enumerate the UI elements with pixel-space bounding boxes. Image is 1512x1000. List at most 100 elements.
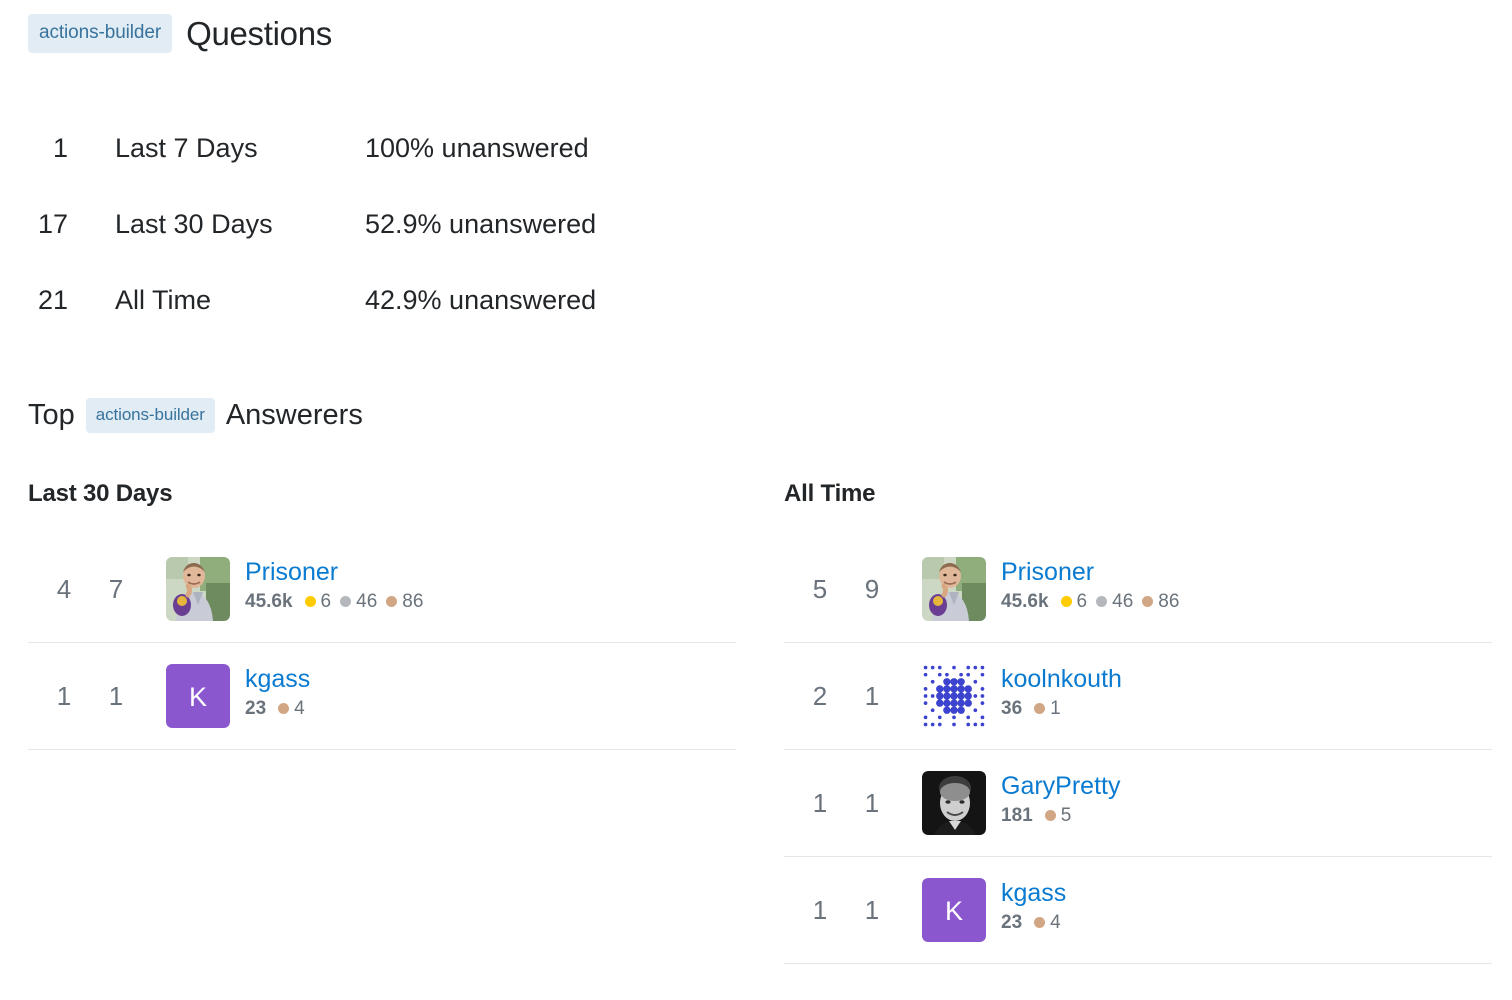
badge-silver[interactable]: 46 — [1096, 591, 1133, 613]
username-link[interactable]: kgass — [1001, 879, 1066, 908]
reputation-value: 23 — [245, 697, 267, 719]
answerer-row[interactable]: 5 9 Prisoner 45.6k 6 46 86 — [784, 536, 1492, 643]
avatar-letter-glyph: K — [166, 664, 230, 728]
bronze-badge-icon — [1044, 810, 1056, 821]
bronze-badge-icon — [1142, 596, 1154, 607]
answerer-answer-count: 9 — [864, 573, 880, 604]
answerer-score: 1 — [56, 680, 72, 711]
username-link[interactable]: Prisoner — [245, 558, 423, 587]
badge-gold[interactable]: 6 — [1060, 591, 1087, 613]
questions-header: actions-builder Questions — [28, 14, 332, 53]
answerer-user-cell: Kkgass 23 4 — [916, 857, 1492, 964]
top-answerers-header: Top actions-builder Answerers — [28, 398, 363, 433]
questions-stats-body: 1 Last 7 Days 100% unanswered 17 Last 30… — [0, 110, 596, 338]
answerer-row[interactable]: 1 1 Kkgass 23 4 — [28, 643, 736, 750]
badge-count: 4 — [294, 697, 305, 719]
answerers-column-last-30-days: Last 30 Days 4 7 Prisoner 45.6k 6 46 86 1 1 Kkgas… — [0, 480, 756, 964]
page-title: Questions — [186, 14, 332, 52]
answerer-answer-count: 1 — [864, 787, 880, 818]
answerer-score: 1 — [812, 787, 828, 818]
badge-count: 46 — [356, 590, 378, 612]
badge-bronze[interactable]: 5 — [1044, 804, 1072, 827]
stats-row: 17 Last 30 Days 52.9% unanswered — [0, 186, 596, 262]
top-answerers-prefix: Top — [28, 399, 75, 431]
avatar-photo-glyph — [922, 771, 986, 835]
user-card: Prisoner 45.6k 6 46 86 — [922, 557, 1492, 621]
username-link[interactable]: kgass — [245, 665, 310, 694]
answerer-user-cell: koolnkouth 36 1 — [916, 643, 1492, 750]
username-link[interactable]: GaryPretty — [1001, 772, 1120, 801]
bronze-badge-icon — [1034, 703, 1046, 714]
answerer-answer-count: 1 — [108, 680, 124, 711]
badge-bronze[interactable]: 4 — [278, 698, 305, 720]
bronze-badge-icon — [278, 703, 290, 714]
user-meta: kgass 23 4 — [245, 664, 310, 720]
avatar-identicon-glyph — [922, 664, 986, 728]
bronze-badge-icon — [1034, 917, 1046, 928]
answerer-list-all-time: 5 9 Prisoner 45.6k 6 46 86 2 1 koolnkouth 36 1 1 1 Gar… — [784, 536, 1492, 964]
avatar[interactable] — [922, 664, 986, 728]
answerer-row[interactable]: 1 1 Kkgass 23 4 — [784, 857, 1492, 964]
stats-unanswered-pct: 100% unanswered — [365, 132, 589, 163]
avatar[interactable] — [922, 557, 986, 621]
answerer-list-body: 5 9 Prisoner 45.6k 6 46 86 2 1 koolnkouth 36 1 1 1 Gar… — [784, 536, 1492, 964]
gold-badge-icon — [304, 596, 316, 607]
avatar[interactable]: K — [166, 664, 230, 728]
answerer-user-cell: Prisoner 45.6k 6 46 86 — [160, 536, 736, 643]
answerers-column-all-time: All Time 5 9 Prisoner 45.6k 6 46 86 2 1 koolnkout… — [756, 480, 1512, 964]
tag-chip-actions-builder[interactable]: actions-builder — [28, 14, 173, 53]
answerer-answer-count: 7 — [108, 573, 124, 604]
avatar[interactable] — [166, 557, 230, 621]
answerer-row[interactable]: 4 7 Prisoner 45.6k 6 46 86 — [28, 536, 736, 643]
badge-bronze[interactable]: 1 — [1034, 698, 1061, 720]
user-meta: Prisoner 45.6k 6 46 86 — [245, 557, 423, 613]
badge-count: 5 — [1060, 804, 1072, 826]
answerers-columns: Last 30 Days 4 7 Prisoner 45.6k 6 46 86 1 1 Kkgas… — [0, 480, 1512, 964]
badge-count: 46 — [1112, 590, 1134, 612]
avatar[interactable]: K — [922, 878, 986, 942]
stats-period-label: Last 7 Days — [115, 132, 258, 163]
answerer-list-body: 4 7 Prisoner 45.6k 6 46 86 1 1 Kkgass 23 4 — [28, 536, 736, 750]
stats-count: 17 — [37, 208, 68, 239]
badge-bronze[interactable]: 4 — [1034, 912, 1061, 934]
answerer-answer-count: 1 — [864, 894, 880, 925]
stats-period-label: All Time — [115, 284, 212, 315]
answerer-score: 2 — [812, 680, 828, 711]
stats-unanswered-pct: 42.9% unanswered — [365, 284, 597, 315]
answerer-score: 1 — [812, 894, 828, 925]
badge-silver[interactable]: 46 — [340, 591, 377, 613]
answerer-user-cell: Kkgass 23 4 — [160, 643, 736, 750]
column-heading: All Time — [784, 480, 876, 507]
user-meta: koolnkouth 36 1 — [1001, 664, 1122, 720]
column-heading: Last 30 Days — [28, 480, 173, 507]
username-link[interactable]: koolnkouth — [1001, 665, 1122, 694]
bronze-badge-icon — [386, 596, 398, 607]
reputation-line: 23 4 — [245, 698, 310, 720]
svg-text:K: K — [945, 896, 963, 926]
badge-count: 86 — [402, 590, 424, 612]
badge-bronze[interactable]: 86 — [386, 591, 423, 613]
user-card: Kkgass 23 4 — [166, 664, 736, 728]
avatar-letter-glyph: K — [922, 878, 986, 942]
badge-gold[interactable]: 6 — [304, 591, 331, 613]
avatar[interactable] — [922, 771, 986, 835]
username-link[interactable]: Prisoner — [1001, 558, 1179, 587]
avatar-photo-glyph — [166, 557, 230, 621]
silver-badge-icon — [340, 596, 352, 607]
answerer-list-last-30-days: 4 7 Prisoner 45.6k 6 46 86 1 1 Kkgass 23 4 — [28, 536, 736, 750]
badge-count: 1 — [1050, 697, 1061, 719]
reputation-line: 181 5 — [1001, 805, 1120, 827]
stats-row: 1 Last 7 Days 100% unanswered — [0, 110, 596, 186]
reputation-value: 45.6k — [245, 590, 293, 612]
stats-count: 1 — [52, 132, 68, 163]
silver-badge-icon — [1096, 596, 1108, 607]
answerer-row[interactable]: 1 1 GaryPretty 181 5 — [784, 750, 1492, 857]
answerer-row[interactable]: 2 1 koolnkouth 36 1 — [784, 643, 1492, 750]
gold-badge-icon — [1060, 596, 1072, 607]
tag-chip-actions-builder-answerers[interactable]: actions-builder — [85, 398, 215, 433]
avatar-photo-glyph — [922, 557, 986, 621]
answerer-answer-count: 1 — [864, 680, 880, 711]
stats-row: 21 All Time 42.9% unanswered — [0, 262, 596, 338]
reputation-line: 45.6k 6 46 86 — [245, 591, 423, 613]
badge-bronze[interactable]: 86 — [1142, 591, 1179, 613]
